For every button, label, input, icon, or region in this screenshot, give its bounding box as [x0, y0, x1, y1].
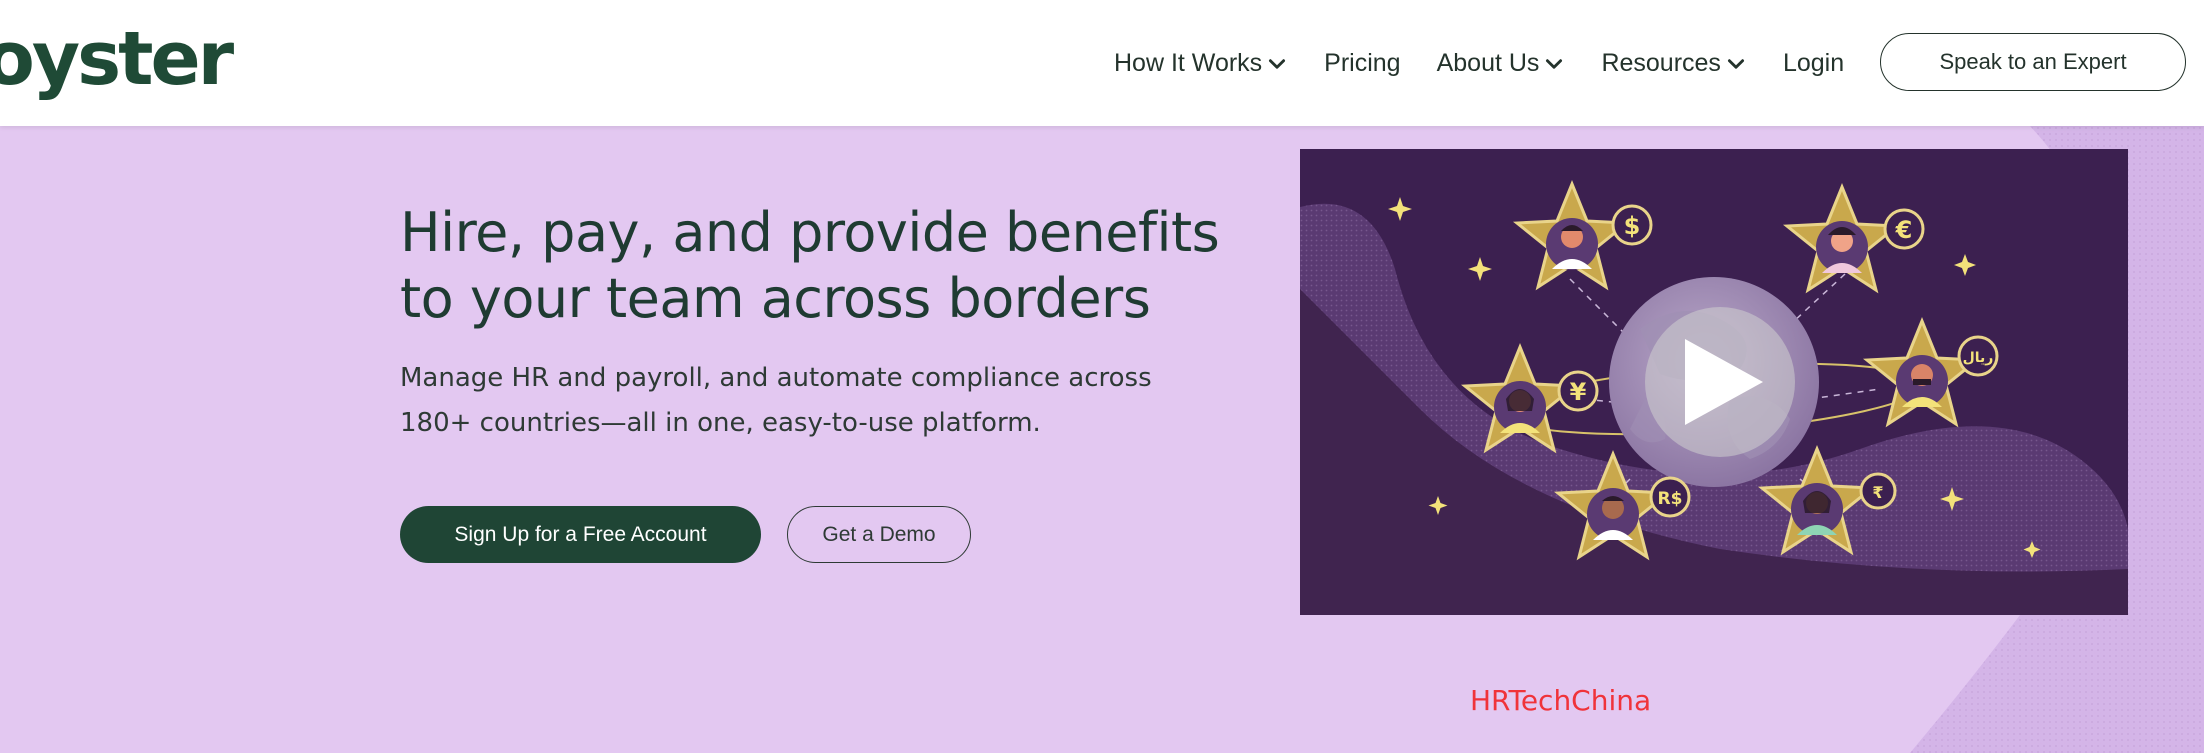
- avatar-star-top-left: [1512, 180, 1632, 291]
- oyster-logo[interactable]: oyster: [0, 14, 234, 104]
- nav-login-label: Login: [1782, 48, 1845, 77]
- currency-yen-symbol: ¥: [1570, 378, 1587, 406]
- video-thumbnail-illustration: $ € ¥ ريال R$ ₹: [1300, 180, 2128, 615]
- speak-to-expert-button[interactable]: Speak to an Expert: [1880, 33, 2186, 91]
- hero-subtext: Manage HR and payroll, and automate comp…: [400, 356, 1200, 446]
- nav-how-it-works-label: How It Works: [1114, 48, 1263, 77]
- site-header: oyster How It Works Pricing About Us Res…: [0, 0, 2204, 126]
- currency-riyal-symbol: ريال: [1963, 350, 1994, 366]
- hero-subtext-line-1: Manage HR and payroll, and automate comp…: [400, 363, 1152, 393]
- watermark-text: HRTechChina: [1470, 684, 1652, 717]
- play-icon[interactable]: [1645, 307, 1795, 457]
- main-nav: How It Works Pricing About Us Resources …: [1114, 0, 1880, 126]
- nav-resources-label: Resources: [1601, 48, 1721, 77]
- nav-about-us-label: About Us: [1436, 48, 1540, 77]
- nav-how-it-works[interactable]: How It Works: [1114, 49, 1288, 78]
- currency-real-symbol: R$: [1658, 489, 1683, 509]
- currency-dollar-symbol: $: [1624, 212, 1641, 240]
- avatar-star-right: [1862, 317, 1982, 428]
- chevron-down-icon: [1269, 59, 1286, 69]
- video-player[interactable]: $ € ¥ ريال R$ ₹: [1300, 149, 2128, 615]
- nav-login[interactable]: Login: [1783, 49, 1844, 78]
- nav-about-us[interactable]: About Us: [1437, 49, 1566, 78]
- hero-headline: Hire, pay, and provide benefits to your …: [400, 200, 1240, 332]
- currency-euro-symbol: €: [1895, 216, 1913, 244]
- hero-headline-line-2: to your team across borders: [400, 267, 1151, 330]
- chevron-down-icon: [1546, 59, 1563, 69]
- nav-resources[interactable]: Resources: [1601, 49, 1747, 78]
- chevron-down-icon: [1727, 59, 1744, 69]
- get-demo-button[interactable]: Get a Demo: [787, 506, 971, 563]
- avatar-star-top-right: [1782, 183, 1902, 294]
- sign-up-free-button[interactable]: Sign Up for a Free Account: [400, 506, 761, 563]
- hero-headline-line-1: Hire, pay, and provide benefits: [400, 201, 1220, 264]
- nav-pricing[interactable]: Pricing: [1324, 49, 1400, 78]
- currency-rupee-symbol: ₹: [1872, 483, 1883, 502]
- nav-pricing-label: Pricing: [1324, 48, 1401, 77]
- hero-subtext-line-2: 180+ countries—all in one, easy-to-use p…: [400, 408, 1041, 438]
